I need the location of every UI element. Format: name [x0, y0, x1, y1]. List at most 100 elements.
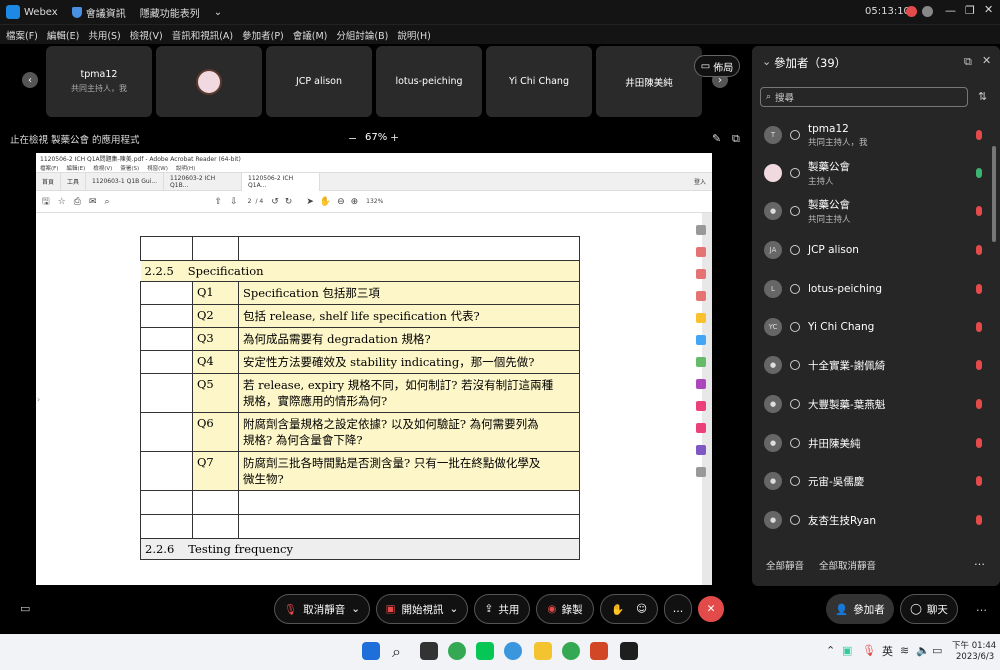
- participant-row[interactable]: ● 井田陳美純: [762, 426, 992, 460]
- mic-icon[interactable]: [976, 168, 982, 178]
- task-view-icon[interactable]: [420, 642, 438, 660]
- battery-icon[interactable]: ▭: [932, 644, 942, 657]
- powerpoint-icon[interactable]: [590, 642, 608, 660]
- tab-document[interactable]: 1120603-2 ICH Q1B...: [164, 172, 243, 191]
- taskbar-time[interactable]: 下午 01:44: [952, 639, 996, 651]
- menu-edit[interactable]: 編輯(E): [47, 28, 79, 42]
- rotate-icon[interactable]: ↺: [271, 197, 279, 207]
- protect-icon[interactable]: [696, 379, 706, 389]
- chat-button[interactable]: ◯ 聊天: [900, 594, 958, 624]
- menu-breakout[interactable]: 分組討論(B): [336, 28, 388, 42]
- volume-icon[interactable]: 🔈: [916, 644, 930, 657]
- ime-indicator[interactable]: 英: [882, 643, 893, 659]
- muted-mic-icon[interactable]: [976, 284, 982, 294]
- start-video-button[interactable]: ▣ 開始視訊 ⌄: [376, 594, 468, 624]
- tray-app-icon[interactable]: ▣: [842, 644, 852, 657]
- muted-mic-icon[interactable]: [976, 438, 982, 448]
- mail-icon[interactable]: ✉: [89, 197, 97, 207]
- page-up-icon[interactable]: ⇧: [215, 197, 223, 207]
- bookmark-icon[interactable]: ☆: [58, 197, 66, 207]
- muted-mic-icon[interactable]: [976, 245, 982, 255]
- prev-video-button[interactable]: ‹: [22, 72, 38, 88]
- share-button[interactable]: ⇪ 共用: [474, 594, 530, 624]
- hand-icon[interactable]: ✋: [320, 197, 331, 207]
- popout-icon[interactable]: ⧉: [732, 132, 740, 146]
- video-tile[interactable]: tpma12 共同主持人，我: [46, 46, 152, 117]
- participant-row[interactable]: ● 元宙-吳儒慶: [762, 464, 992, 498]
- close-icon[interactable]: ✕: [984, 3, 993, 16]
- acrobat-zoom[interactable]: 132%: [366, 198, 383, 205]
- minimize-icon[interactable]: —: [945, 4, 956, 17]
- video-tile[interactable]: [156, 46, 262, 117]
- participant-row[interactable]: Ttpma12 共同主持人，我: [762, 118, 992, 152]
- more-icon[interactable]: …: [976, 601, 987, 614]
- participant-row[interactable]: ● 友杏生技Ryan: [762, 503, 992, 537]
- combine-icon[interactable]: [696, 335, 706, 345]
- menu-participants[interactable]: 參加者(P): [242, 28, 284, 42]
- signin-link[interactable]: 登入: [694, 177, 706, 186]
- edit-pdf-icon[interactable]: [696, 291, 706, 301]
- page-down-icon[interactable]: ⇩: [230, 197, 238, 207]
- more-options-icon[interactable]: …: [974, 555, 985, 568]
- captions-icon[interactable]: ▭: [20, 602, 30, 615]
- video-tile[interactable]: JCP alison: [266, 46, 372, 117]
- search-icon[interactable]: ⌕: [105, 197, 110, 207]
- acrobat-menu-item[interactable]: 檢視(V): [93, 164, 112, 172]
- request-signature-icon[interactable]: [696, 445, 706, 455]
- collapse-chevron-icon[interactable]: ⌄: [762, 55, 771, 68]
- taskbar-date[interactable]: 2023/6/3: [956, 652, 994, 662]
- webex-icon[interactable]: [620, 642, 638, 660]
- sort-icon[interactable]: ⇅: [978, 90, 987, 103]
- zoom-in-button[interactable]: +: [390, 131, 399, 144]
- menu-view[interactable]: 檢視(V): [130, 28, 163, 42]
- shared-document-window[interactable]: 1120506-2 ICH Q1A問題集-陳美.pdf - Adobe Acro…: [36, 153, 712, 585]
- line-icon[interactable]: [476, 642, 494, 660]
- zoom-in-icon[interactable]: ⊕: [351, 197, 359, 207]
- participant-row[interactable]: ● 十全實業-謝佩綺: [762, 348, 992, 382]
- leave-meeting-button[interactable]: ✕: [698, 596, 724, 622]
- chrome-icon[interactable]: [448, 642, 466, 660]
- video-tile[interactable]: 井田陳美純: [596, 46, 702, 117]
- unmute-all-button[interactable]: 全部取消靜音: [819, 558, 876, 572]
- menu-file[interactable]: 檔案(F): [6, 28, 38, 42]
- create-pdf-icon[interactable]: [696, 269, 706, 279]
- video-tile[interactable]: Yi Chi Chang: [486, 46, 592, 117]
- acrobat-menu-item[interactable]: 視窗(W): [147, 164, 168, 172]
- record-button[interactable]: ◉ 錄製: [536, 594, 594, 624]
- file-explorer-icon[interactable]: [534, 642, 552, 660]
- export-pdf-icon[interactable]: [696, 247, 706, 257]
- panel-scrollbar[interactable]: [992, 146, 996, 242]
- video-tile[interactable]: lotus-peiching: [376, 46, 482, 117]
- zoom-out-button[interactable]: −: [348, 132, 357, 145]
- chevron-down-icon[interactable]: ⌄: [214, 7, 222, 18]
- popout-panel-icon[interactable]: ⧉: [964, 55, 972, 69]
- account-icon[interactable]: [922, 6, 933, 17]
- menu-help[interactable]: 說明(H): [397, 28, 431, 42]
- acrobat-menu-item[interactable]: 編輯(E): [66, 164, 85, 172]
- hide-menubar-tab[interactable]: 隱藏功能表列: [140, 5, 200, 20]
- restore-icon[interactable]: ❐: [965, 4, 975, 17]
- muted-mic-icon[interactable]: [976, 322, 982, 332]
- menu-audio-video[interactable]: 音訊和視訊(A): [172, 28, 233, 42]
- participant-row[interactable]: ● 大豐製藥-葉燕魁: [762, 387, 992, 421]
- wifi-icon[interactable]: ≋: [900, 644, 909, 657]
- muted-mic-icon[interactable]: [976, 399, 982, 409]
- zoom-tool-icon[interactable]: [696, 225, 706, 235]
- unmute-button[interactable]: 🎙 取消靜音 ⌄: [274, 594, 370, 624]
- reactions-group[interactable]: ✋ ☺: [600, 594, 658, 624]
- comment-icon[interactable]: [696, 313, 706, 323]
- collapse-left-icon[interactable]: ›: [37, 395, 40, 404]
- tab-tools[interactable]: 工具: [61, 172, 87, 191]
- participant-row[interactable]: 製藥公會 主持人: [762, 156, 992, 190]
- redact-icon[interactable]: [696, 423, 706, 433]
- muted-mic-icon[interactable]: [976, 130, 982, 140]
- muted-mic-icon[interactable]: [976, 206, 982, 216]
- acrobat-menu-item[interactable]: 簽署(S): [120, 164, 139, 172]
- participant-row[interactable]: Llotus-peiching: [762, 272, 992, 306]
- more-tools-icon[interactable]: [696, 467, 706, 477]
- acrobat-menu-item[interactable]: 說明(H): [176, 164, 195, 172]
- search-input[interactable]: ⌕ 搜尋: [760, 87, 968, 107]
- organize-icon[interactable]: [696, 357, 706, 367]
- menu-share[interactable]: 共用(S): [88, 28, 120, 42]
- layout-button[interactable]: ▭ 佈局: [694, 55, 740, 77]
